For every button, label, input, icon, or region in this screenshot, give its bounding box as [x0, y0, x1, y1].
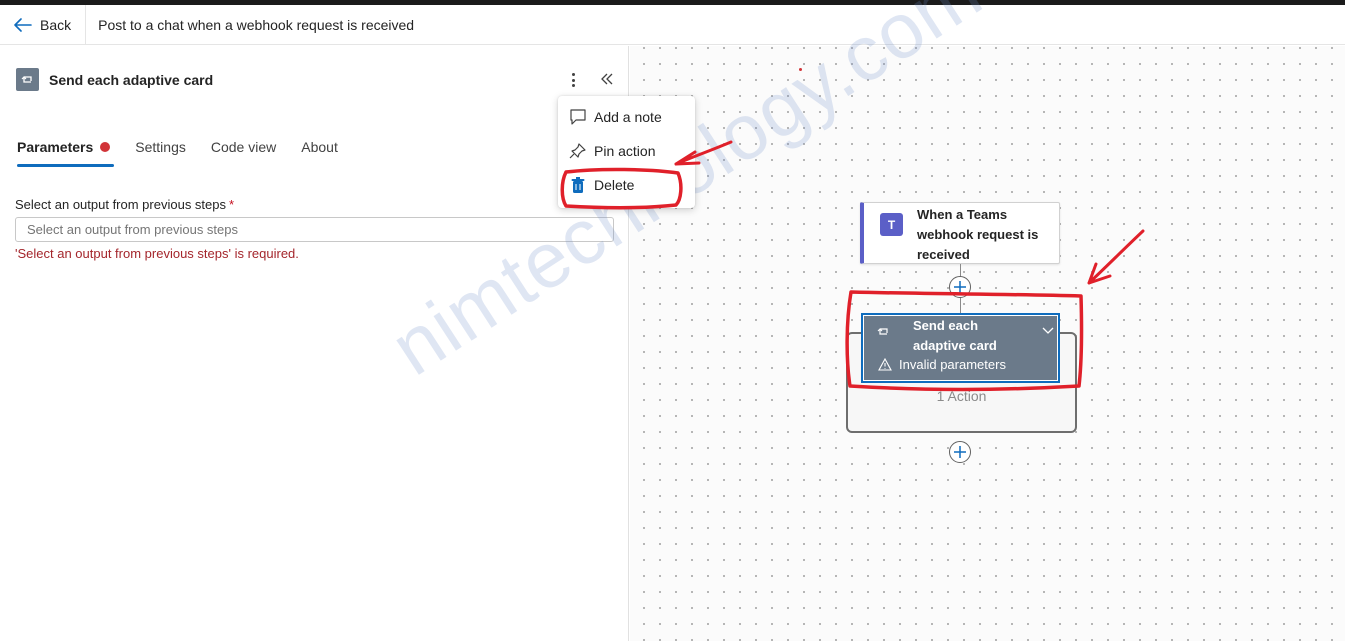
arrow-left-icon: [14, 17, 32, 32]
pin-icon: [569, 143, 586, 159]
note-icon: [570, 109, 586, 125]
panel-tabs: Parameters Settings Code view About: [17, 139, 363, 167]
tab-parameters[interactable]: Parameters: [17, 139, 115, 167]
loop-action-card[interactable]: Send each adaptive card Invalid paramete…: [861, 313, 1060, 383]
action-details-panel: Send each adaptive card Parameters Setti…: [0, 46, 629, 641]
context-menu: Add a note Pin action Delete: [558, 96, 695, 208]
add-step-button[interactable]: [949, 441, 971, 463]
menu-item-label: Delete: [594, 177, 635, 193]
scope-action-count: 1 Action: [936, 388, 987, 404]
trash-icon: [571, 177, 585, 193]
trigger-title: When a Teams webhook request is received: [917, 207, 1039, 262]
panel-header: Send each adaptive card: [16, 68, 213, 91]
chevron-down-icon[interactable]: [1042, 327, 1054, 335]
collapse-panel-icon[interactable]: [600, 72, 614, 91]
tab-code-view[interactable]: Code view: [211, 139, 276, 167]
back-button[interactable]: Back: [0, 4, 87, 45]
flow-title: Post to a chat when a webhook request is…: [98, 16, 415, 33]
menu-item-label: Add a note: [594, 109, 662, 125]
field-error-message: 'Select an output from previous steps' i…: [15, 246, 299, 261]
top-bar: Back Post to a chat when a webhook reque…: [0, 4, 1345, 45]
output-field-label: Select an output from previous steps *: [15, 197, 234, 212]
plus-icon: [954, 281, 966, 293]
tab-settings[interactable]: Settings: [135, 139, 186, 167]
error-dot-icon: [100, 142, 111, 152]
menu-item-add-note[interactable]: Add a note: [558, 100, 695, 134]
back-label: Back: [40, 16, 72, 33]
loop-card-title: Send each adaptive card: [913, 318, 997, 353]
plus-icon: [954, 446, 966, 458]
loop-icon: [877, 328, 888, 335]
tab-parameters-label: Parameters: [17, 139, 94, 155]
loop-icon: [16, 68, 39, 91]
more-options-button[interactable]: [565, 70, 581, 90]
panel-title: Send each adaptive card: [49, 71, 214, 88]
required-mark: *: [229, 197, 235, 212]
output-field-label-text: Select an output from previous steps: [15, 197, 227, 212]
output-select-input[interactable]: [15, 217, 614, 242]
menu-item-delete[interactable]: Delete: [558, 168, 695, 202]
menu-item-label: Pin action: [594, 143, 656, 159]
teams-icon: T: [880, 213, 903, 236]
warning-text: Invalid parameters: [899, 357, 1006, 372]
warning-icon: [878, 358, 892, 371]
trigger-card[interactable]: T When a Teams webhook request is receiv…: [860, 202, 1060, 264]
tab-about[interactable]: About: [301, 139, 338, 167]
menu-item-pin-action[interactable]: Pin action: [558, 134, 695, 168]
invalid-parameters-warning: Invalid parameters: [878, 357, 1006, 372]
canvas-dot: [799, 68, 802, 71]
insert-step-button[interactable]: [949, 276, 971, 298]
